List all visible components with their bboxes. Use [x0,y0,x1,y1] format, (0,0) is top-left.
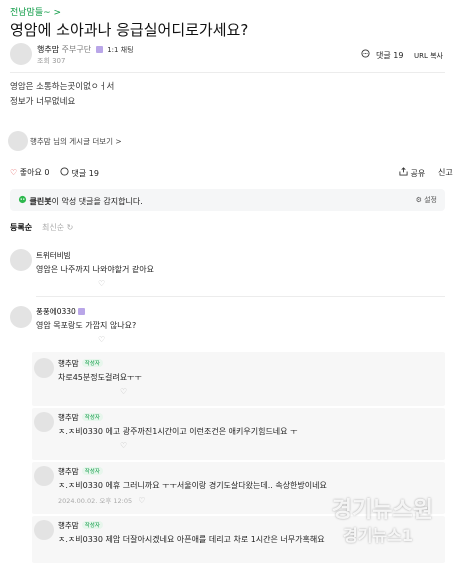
comment-like-icon[interactable]: ♡ [98,335,105,344]
chat-button[interactable]: 1:1 채팅 [107,46,133,54]
reply-author-name: 행추맘 [58,467,79,476]
comment-button[interactable]: 댓글 19 [60,167,99,179]
comment-icon[interactable] [361,49,371,60]
like-label: 좋아요 0 [19,168,50,177]
report-button[interactable]: 신고 [438,167,453,178]
post-body-line-2: 정보가 너무없네요 [10,97,76,107]
cleanbot-text: 클린봇이 악성 댓글을 감지합니다. [18,195,143,207]
author-card-avatar [8,131,28,151]
comment-author[interactable]: 트위터비빔 [36,250,71,261]
reply-text: ㅈ.ㅈ비0330 에고 광주까진1시간이고 이런조건은 애키우기힘드네요 ㅜ [58,427,298,436]
author-name[interactable]: 행추맘 [37,45,59,54]
share-label: 공유 [410,169,426,178]
reply-author-name: 행추맘 [58,359,79,368]
reply-text: ㅈ.ㅈ비0330 제암 더잘아시겠네요 아픈애를 데리고 차로 1시간은 너무가… [58,535,325,544]
comment-meta: ♡ [36,279,105,288]
comment-like-icon[interactable]: ♡ [98,279,105,288]
reply-text: ㅈ.ㅈ비0330 에휴 그러니까요 ㅜㅜ서울이랑 경기도살다왔는데.. 속상한방… [58,481,327,490]
reply-author[interactable]: 행추맘 작성자 [58,412,103,423]
reply-like-icon[interactable]: ♡ [138,496,145,505]
reply-author[interactable]: 행추맘 작성자 [58,520,103,531]
writer-badge: 작성자 [81,467,103,475]
share-button[interactable]: 공유 [399,167,425,179]
author-avatar[interactable] [10,43,32,65]
sort-latest[interactable]: 최신순 ↻ [42,222,73,233]
post-meta: 조회 307 [37,56,65,66]
comment-bubble-icon [60,167,69,178]
writer-badge: 작성자 [81,359,103,367]
like-button[interactable]: ♡ 좋아요 0 [10,167,49,178]
cleanbot-setting-label: 설정 [424,196,437,204]
author-grade: 주부구단 [61,45,92,54]
comment-avatar[interactable] [10,249,32,271]
comment-text: 영암은 나주까지 나와야할거 같아요 [36,265,155,274]
share-icon [399,167,408,178]
reply-text: 차로45분정도걸려요ㅜㅜ [58,373,142,382]
writer-badge: 작성자 [81,413,103,421]
comment-count-link[interactable]: 댓글 19 [376,51,403,60]
reply-avatar[interactable] [34,412,54,432]
post-title: 영암에 소아과나 응급실어디로가세요? [10,21,249,39]
reply-author[interactable]: 행추맘 작성자 [58,466,103,477]
comment-text: 영암 목포랑도 가깝지 않나요? [36,321,137,330]
watermark-logo-sub: 경기뉴스1 [342,526,413,545]
comment-divider [36,296,445,297]
reply-avatar[interactable] [34,466,54,486]
view-count: 조회 307 [37,57,66,65]
author-info: 행추맘 주부구단 1:1 채팅 [37,44,134,55]
reply-date: 2024.00.02. 오후 12:05 [58,497,133,505]
reply-like-icon[interactable]: ♡ [120,387,127,396]
header-divider [10,72,445,73]
cleanbot-message: 이 악성 댓글을 감지합니다. [51,197,143,206]
refresh-icon[interactable]: ↻ [67,223,74,232]
reply-avatar[interactable] [34,520,54,540]
reply-avatar[interactable] [34,358,54,378]
writer-badge: 작성자 [81,521,103,529]
comment-label: 댓글 19 [71,169,99,178]
post-tools: 댓글 19 URL 복사 [358,49,443,61]
url-copy-button[interactable]: URL 복사 [414,52,443,60]
cleanbot-notice: 클린봇이 악성 댓글을 감지합니다. ⚙ 설정 [10,189,445,211]
cleanbot-icon [18,195,27,206]
cleanbot-brand: 클린봇 [29,197,52,206]
cleanbot-setting-button[interactable]: ⚙ 설정 [416,195,437,205]
gear-icon: ⚙ [415,196,422,204]
sort-latest-label: 최신순 [42,223,65,232]
breadcrumb[interactable]: 전남맘들~ > [10,5,61,18]
watermark-logo: 경기뉴스원 [331,498,433,523]
grade-icon [95,46,103,53]
comment-avatar[interactable] [10,306,32,328]
comment-author[interactable]: 풍풍에0330 [36,306,87,317]
post-body-line-1: 영암은 소통하는곳이없ㅇㅓ서 [10,82,115,92]
reply-author-name: 행추맘 [58,521,79,530]
reply-author-name: 행추맘 [58,413,79,422]
heart-icon: ♡ [10,168,18,177]
reply-like-icon[interactable]: ♡ [120,441,127,450]
comment-meta: ♡ [36,335,105,344]
reply-author[interactable]: 행추맘 작성자 [58,358,103,369]
sort-registered[interactable]: 등록순 [10,222,32,233]
reply-meta: ♡ [58,441,127,450]
comment-author-name: 풍풍에0330 [36,307,76,316]
reply-meta: 2024.00.02. 오후 12:05 ♡ [58,495,145,505]
grade-icon [77,308,85,315]
reply-meta: ♡ [58,387,127,396]
author-more-posts[interactable]: 행추맘 님의 게시글 더보기 > [8,131,138,151]
author-card-label: 행추맘 님의 게시글 더보기 > [30,137,122,146]
